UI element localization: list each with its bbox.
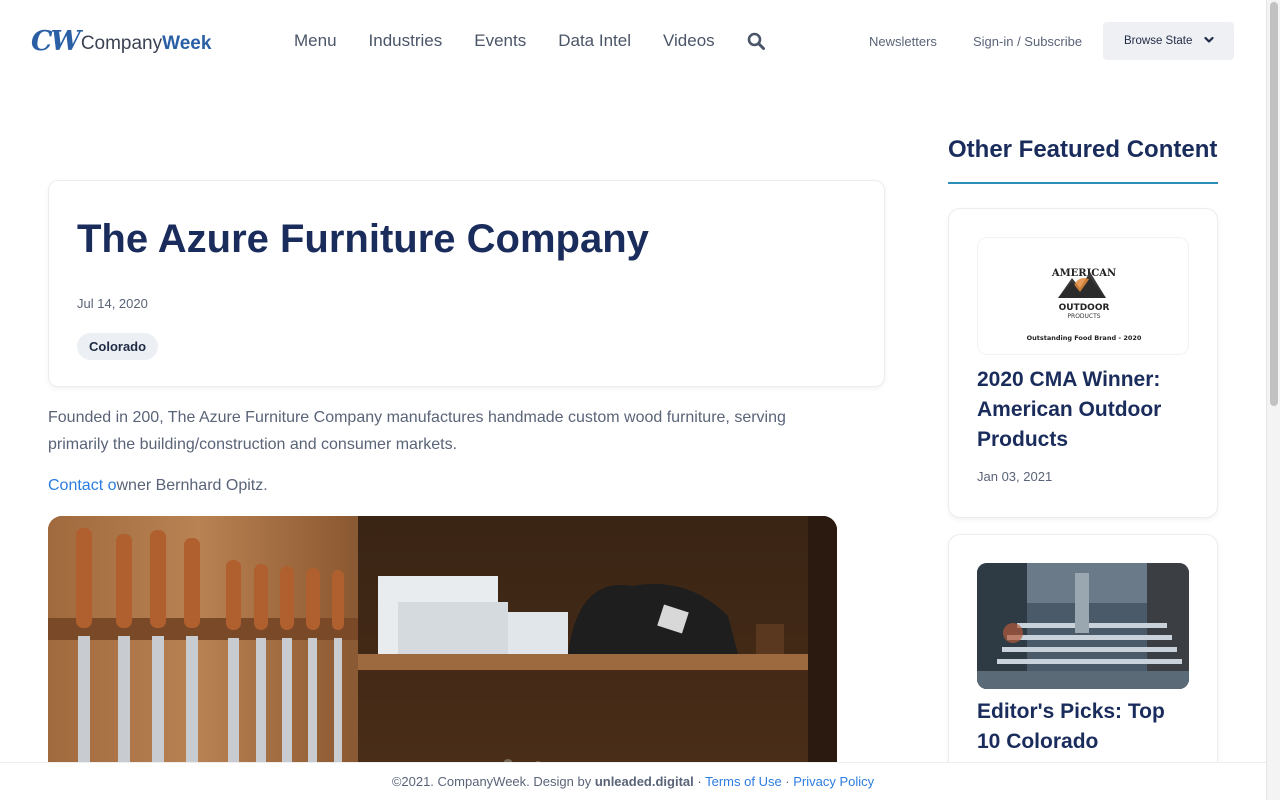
nav-videos[interactable]: Videos	[663, 30, 715, 52]
article-body: Founded in 200, The Azure Furniture Comp…	[48, 409, 786, 453]
american-outdoor-logo-image: AMERICAN OUTDOOR PRODUCTS Outstanding Fo…	[977, 237, 1189, 355]
search-icon[interactable]	[747, 32, 765, 52]
manufacturing-machine-image	[977, 563, 1189, 689]
logo-name-prefix: Company	[80, 33, 163, 54]
contact-line: Contact owner Bernhard Opitz.	[48, 474, 268, 498]
state-tag[interactable]: Colorado	[77, 333, 159, 360]
logo-mid-text: OUTDOOR	[1059, 303, 1110, 313]
companyweek-logo[interactable]: CW CompanyWeek	[31, 28, 211, 56]
american-outdoor-logo: AMERICAN OUTDOOR PRODUCTS Outstanding Fo…	[1027, 268, 1142, 342]
nav-menu[interactable]: Menu	[294, 30, 337, 52]
featured-card-date: Jan 03, 2021	[977, 469, 1053, 484]
main-nav: Menu Industries Events Data Intel Videos	[294, 30, 765, 52]
footer-sep: ·	[693, 774, 706, 789]
page-scrollbar[interactable]	[1266, 0, 1280, 800]
privacy-link[interactable]: Privacy Policy	[793, 774, 874, 789]
article-header-card: The Azure Furniture Company Jul 14, 2020…	[48, 180, 885, 387]
logo-caption-text: Outstanding Food Brand - 2020	[1027, 334, 1142, 342]
chevron-down-icon	[1204, 35, 1214, 47]
footer-copyright: ©2021. CompanyWeek. Design by	[391, 774, 595, 789]
logo-sub-text: PRODUCTS	[1067, 313, 1100, 320]
scrollbar-thumb[interactable]	[1270, 2, 1278, 406]
featured-card[interactable]: AMERICAN OUTDOOR PRODUCTS Outstanding Fo…	[948, 208, 1218, 518]
article-title: The Azure Furniture Company	[77, 217, 649, 261]
machine-photo	[977, 563, 1189, 689]
terms-link[interactable]: Terms of Use	[705, 774, 782, 789]
nav-events[interactable]: Events	[474, 30, 526, 52]
site-header: CW CompanyWeek Menu Industries Events Da…	[0, 0, 1266, 84]
sidebar-title: Other Featured Content	[948, 136, 1218, 163]
featured-card[interactable]: Editor's Picks: Top 10 Colorado	[948, 534, 1218, 794]
logo-wordmark: CompanyWeek	[81, 32, 212, 56]
nav-industries[interactable]: Industries	[369, 30, 443, 52]
contact-rest: wner Bernhard Opitz.	[116, 477, 268, 494]
logo-name-suffix: Week	[162, 33, 212, 54]
footer-designer: unleaded.digital	[594, 774, 694, 789]
signin-subscribe-link[interactable]: Sign-in / Subscribe	[973, 34, 1082, 49]
contact-link[interactable]: Contact o	[48, 477, 116, 494]
site-footer: ©2021. CompanyWeek. Design by unleaded.d…	[0, 762, 1266, 800]
browse-state-label: Browse State	[1124, 35, 1193, 47]
browse-state-dropdown[interactable]: Browse State	[1103, 22, 1234, 60]
article-date: Jul 14, 2020	[77, 296, 148, 311]
logo-top-text: AMERICAN	[1051, 268, 1116, 279]
featured-card-title[interactable]: 2020 CMA Winner: American Outdoor Produc…	[977, 365, 1189, 455]
footer-sep: ·	[781, 774, 794, 789]
workshop-photo	[48, 516, 837, 776]
sidebar-divider	[948, 182, 1218, 184]
nav-data-intel[interactable]: Data Intel	[558, 30, 631, 52]
newsletters-link[interactable]: Newsletters	[869, 34, 937, 49]
featured-card-title[interactable]: Editor's Picks: Top 10 Colorado	[977, 697, 1189, 757]
logo-mark: CW	[31, 26, 81, 57]
hero-image-workshop	[48, 516, 837, 776]
